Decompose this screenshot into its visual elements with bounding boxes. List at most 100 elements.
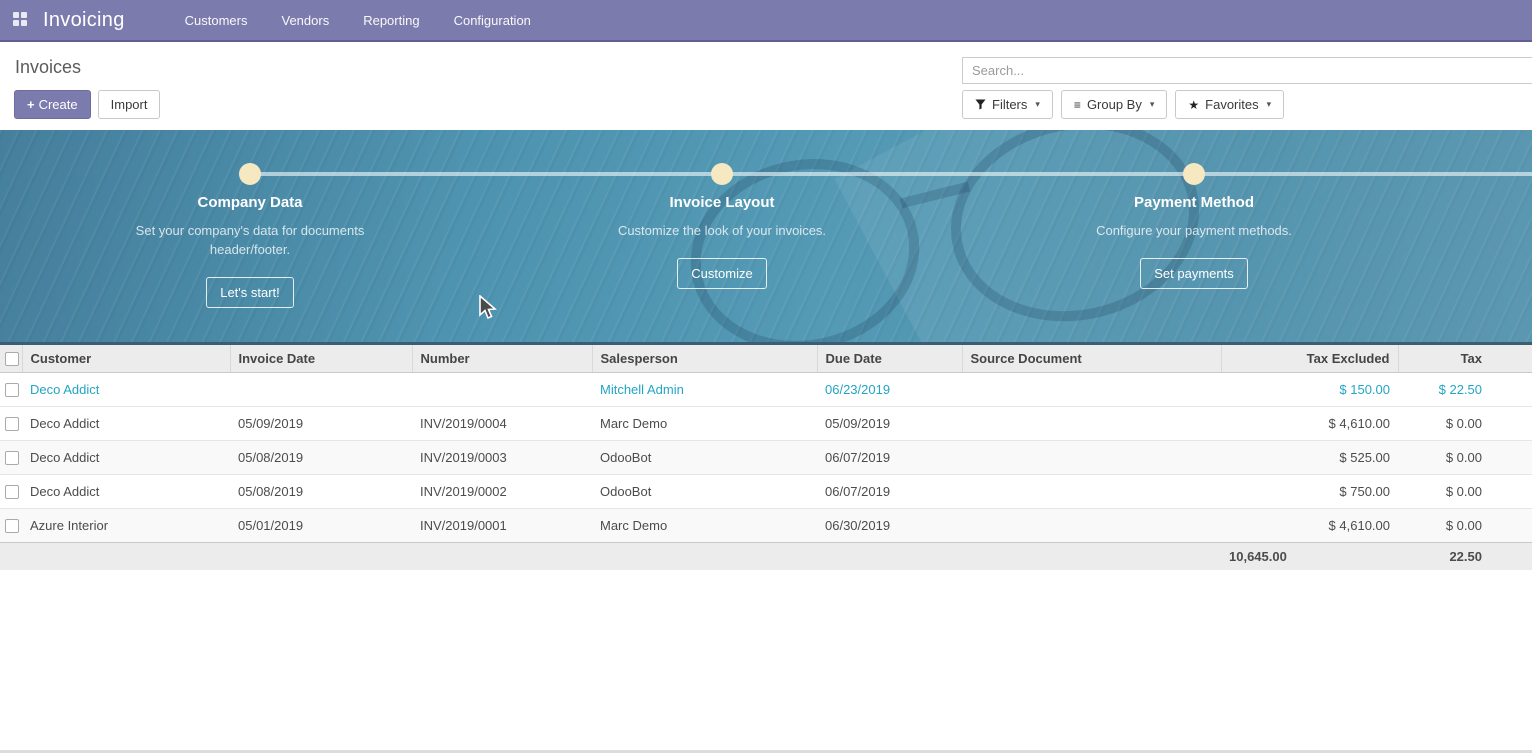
step-title: Payment Method <box>1044 194 1344 211</box>
cell-number[interactable]: INV/2019/0004 <box>412 406 592 440</box>
table-row[interactable]: Deco Addict 05/09/2019 INV/2019/0004 Mar… <box>0 406 1532 440</box>
step-title: Company Data <box>100 194 400 211</box>
onboarding-banner: Company Data Set your company's data for… <box>0 130 1532 345</box>
row-checkbox[interactable] <box>5 417 19 431</box>
cell-salesperson[interactable]: Mitchell Admin <box>592 372 817 406</box>
filters-button[interactable]: Filters ▾ <box>962 90 1053 119</box>
cell-number[interactable]: INV/2019/0002 <box>412 474 592 508</box>
step-title: Invoice Layout <box>572 194 872 211</box>
onboarding-step-invoice-layout: Invoice Layout Customize the look of you… <box>572 194 872 289</box>
column-header-tax[interactable]: Tax <box>1398 345 1532 372</box>
group-by-button[interactable]: ≡ Group By ▾ <box>1061 90 1167 119</box>
cell-salesperson[interactable]: Marc Demo <box>592 508 817 542</box>
column-header-invoice-date[interactable]: Invoice Date <box>230 345 412 372</box>
group-by-icon: ≡ <box>1074 99 1081 111</box>
table-row[interactable]: Azure Interior 05/01/2019 INV/2019/0001 … <box>0 508 1532 542</box>
table-row[interactable]: Deco Addict 05/08/2019 INV/2019/0003 Odo… <box>0 440 1532 474</box>
row-checkbox[interactable] <box>5 485 19 499</box>
column-header-customer[interactable]: Customer <box>22 345 230 372</box>
page-title: Invoices <box>15 57 81 78</box>
chevron-down-icon: ▾ <box>1150 99 1155 110</box>
apps-menu-icon[interactable] <box>13 12 29 28</box>
cell-tax-excluded[interactable]: $ 4,610.00 <box>1221 508 1398 542</box>
cell-tax[interactable]: $ 0.00 <box>1398 406 1532 440</box>
star-icon: ★ <box>1188 98 1199 112</box>
onboarding-step-payment-method: Payment Method Configure your payment me… <box>1044 194 1344 289</box>
table-row[interactable]: Deco Addict 05/08/2019 INV/2019/0002 Odo… <box>0 474 1532 508</box>
cell-tax-excluded[interactable]: $ 525.00 <box>1221 440 1398 474</box>
cell-invoice-date[interactable]: 05/08/2019 <box>230 474 412 508</box>
nav-item-configuration[interactable]: Configuration <box>452 9 533 32</box>
cell-invoice-date[interactable] <box>230 372 412 406</box>
cell-tax-excluded[interactable]: $ 150.00 <box>1221 372 1398 406</box>
cell-source-document[interactable] <box>962 508 1221 542</box>
cell-salesperson[interactable]: OdooBot <box>592 474 817 508</box>
column-header-source-document[interactable]: Source Document <box>962 345 1221 372</box>
create-button[interactable]: +Create <box>14 90 91 119</box>
chevron-down-icon: ▾ <box>1267 99 1272 110</box>
table-totals-row: 10,645.00 22.50 <box>0 542 1532 570</box>
filter-icon <box>975 99 986 110</box>
top-navbar: Invoicing Customers Vendors Reporting Co… <box>0 0 1532 42</box>
cell-salesperson[interactable]: Marc Demo <box>592 406 817 440</box>
search-input[interactable] <box>962 57 1532 84</box>
cell-due-date[interactable]: 06/07/2019 <box>817 440 962 474</box>
nav-item-customers[interactable]: Customers <box>183 9 250 32</box>
customize-button[interactable]: Customize <box>677 258 766 289</box>
app-title[interactable]: Invoicing <box>43 9 125 32</box>
nav-item-vendors[interactable]: Vendors <box>280 9 332 32</box>
cell-due-date[interactable]: 06/30/2019 <box>817 508 962 542</box>
step-description: Configure your payment methods. <box>1068 221 1320 240</box>
table-header-row: Customer Invoice Date Number Salesperson… <box>0 345 1532 372</box>
cell-tax[interactable]: $ 0.00 <box>1398 474 1532 508</box>
cell-source-document[interactable] <box>962 474 1221 508</box>
cell-tax[interactable]: $ 22.50 <box>1398 372 1532 406</box>
cell-source-document[interactable] <box>962 406 1221 440</box>
row-checkbox[interactable] <box>5 383 19 397</box>
onboarding-step-company-data: Company Data Set your company's data for… <box>100 194 400 308</box>
set-payments-button[interactable]: Set payments <box>1140 258 1248 289</box>
total-tax: 22.50 <box>1398 542 1532 570</box>
cell-due-date[interactable]: 06/07/2019 <box>817 474 962 508</box>
column-header-due-date[interactable]: Due Date <box>817 345 962 372</box>
cell-source-document[interactable] <box>962 440 1221 474</box>
import-button[interactable]: Import <box>98 90 161 119</box>
cell-customer[interactable]: Deco Addict <box>22 440 230 474</box>
chevron-down-icon: ▾ <box>1035 99 1040 110</box>
cell-tax[interactable]: $ 0.00 <box>1398 440 1532 474</box>
cell-invoice-date[interactable]: 05/09/2019 <box>230 406 412 440</box>
row-checkbox[interactable] <box>5 519 19 533</box>
row-checkbox[interactable] <box>5 451 19 465</box>
step-dot-payment-method <box>1183 163 1205 185</box>
cell-due-date[interactable]: 06/23/2019 <box>817 372 962 406</box>
column-header-salesperson[interactable]: Salesperson <box>592 345 817 372</box>
column-header-number[interactable]: Number <box>412 345 592 372</box>
nav-menu: Customers Vendors Reporting Configuratio… <box>183 9 533 32</box>
cell-source-document[interactable] <box>962 372 1221 406</box>
cell-customer[interactable]: Azure Interior <box>22 508 230 542</box>
cell-tax[interactable]: $ 0.00 <box>1398 508 1532 542</box>
cell-invoice-date[interactable]: 05/01/2019 <box>230 508 412 542</box>
cell-customer[interactable]: Deco Addict <box>22 372 230 406</box>
cell-tax-excluded[interactable]: $ 4,610.00 <box>1221 406 1398 440</box>
cell-due-date[interactable]: 05/09/2019 <box>817 406 962 440</box>
favorites-button[interactable]: ★ Favorites ▾ <box>1175 90 1284 119</box>
lets-start-button[interactable]: Let's start! <box>206 277 294 308</box>
cell-number[interactable] <box>412 372 592 406</box>
cell-number[interactable]: INV/2019/0001 <box>412 508 592 542</box>
control-panel: Invoices +Create Import Filters ▾ ≡ Grou… <box>0 44 1532 130</box>
cell-customer[interactable]: Deco Addict <box>22 406 230 440</box>
step-dot-company-data <box>239 163 261 185</box>
cell-salesperson[interactable]: OdooBot <box>592 440 817 474</box>
invoice-list: Customer Invoice Date Number Salesperson… <box>0 345 1532 570</box>
cell-number[interactable]: INV/2019/0003 <box>412 440 592 474</box>
step-description: Set your company's data for documents he… <box>124 221 376 259</box>
step-dot-invoice-layout <box>711 163 733 185</box>
column-header-tax-excluded[interactable]: Tax Excluded <box>1221 345 1398 372</box>
cell-customer[interactable]: Deco Addict <box>22 474 230 508</box>
cell-tax-excluded[interactable]: $ 750.00 <box>1221 474 1398 508</box>
table-row[interactable]: Deco Addict Mitchell Admin 06/23/2019 $ … <box>0 372 1532 406</box>
select-all-checkbox[interactable] <box>5 352 19 366</box>
cell-invoice-date[interactable]: 05/08/2019 <box>230 440 412 474</box>
nav-item-reporting[interactable]: Reporting <box>361 9 421 32</box>
